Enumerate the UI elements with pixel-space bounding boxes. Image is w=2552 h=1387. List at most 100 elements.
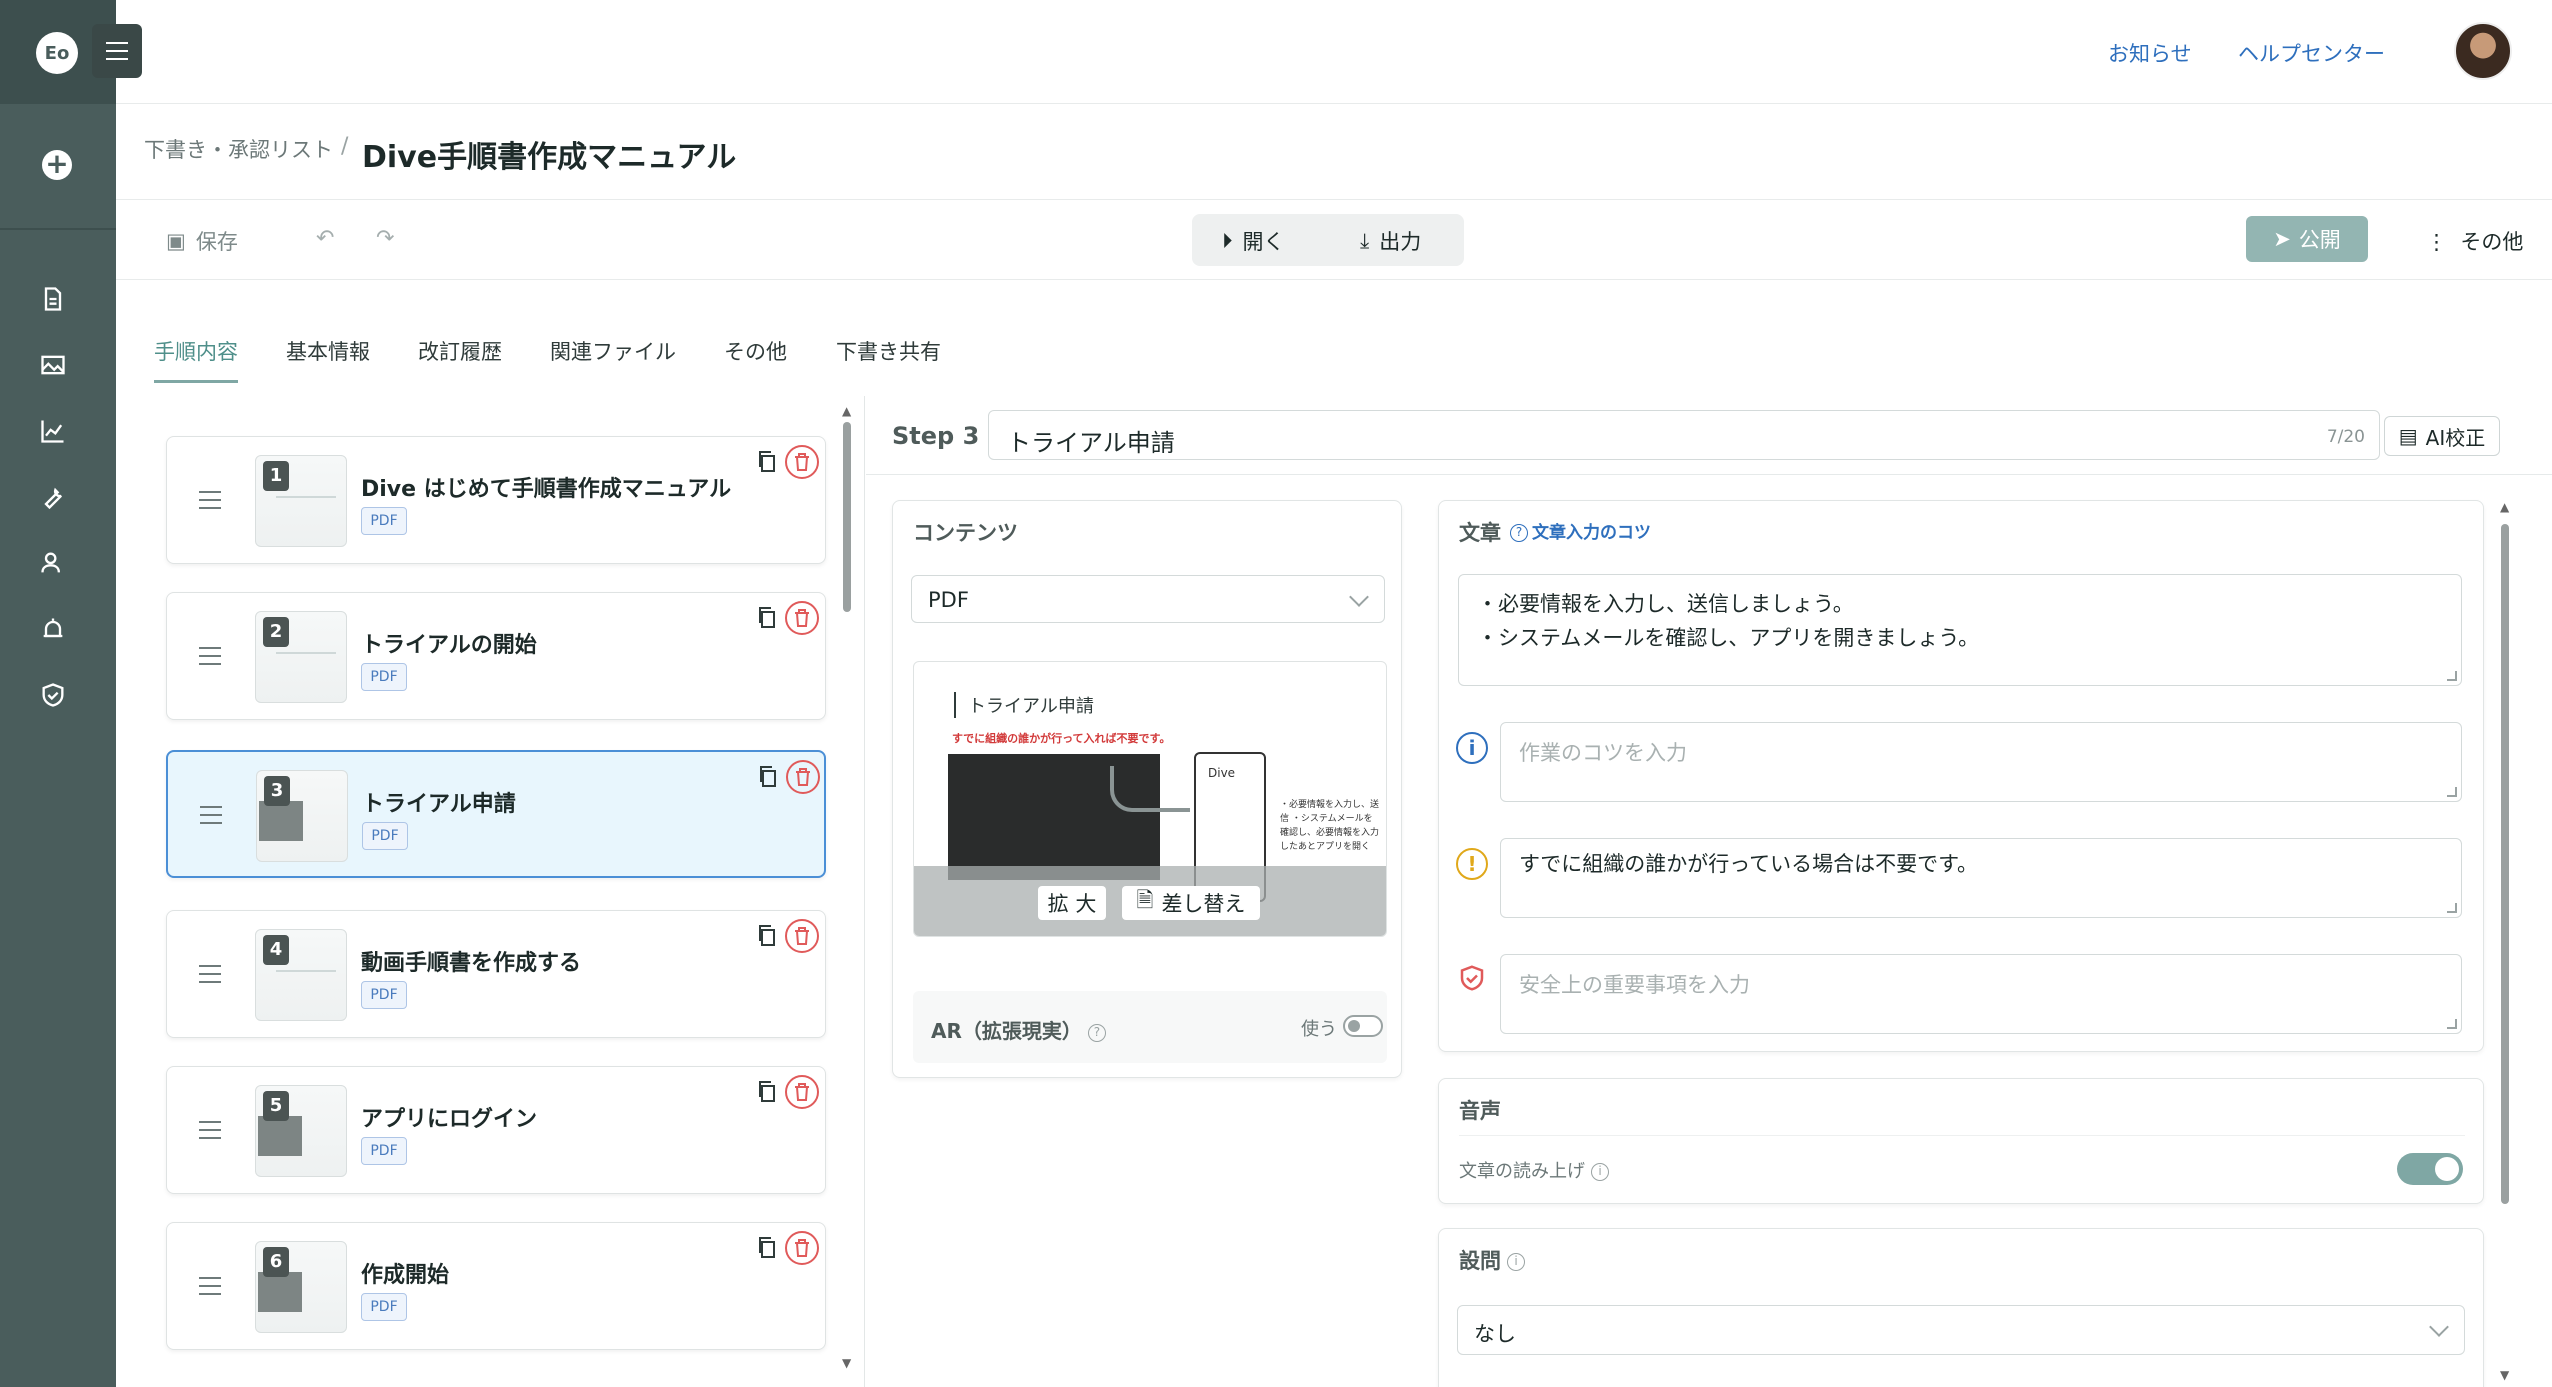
scrollbar-thumb[interactable] <box>2501 524 2509 1204</box>
help-center-link[interactable]: ヘルプセンター <box>2238 38 2385 68</box>
save-icon: ▣ <box>166 229 186 253</box>
pdf-badge: PDF <box>361 507 407 535</box>
read-aloud-toggle[interactable] <box>2397 1153 2463 1185</box>
more-menu-button[interactable]: ⋮ その他 <box>2426 226 2523 256</box>
warning-icon: ! <box>1456 848 1488 880</box>
warning-textarea[interactable]: すでに組織の誰かが行っている場合は不要です。 <box>1500 838 2462 918</box>
wrench-icon[interactable] <box>38 482 68 512</box>
alarm-icon[interactable] <box>38 614 68 644</box>
copy-icon[interactable] <box>755 923 779 949</box>
resize-grip-icon[interactable] <box>2447 787 2457 797</box>
notice-link[interactable]: お知らせ <box>2108 38 2192 68</box>
safety-textarea[interactable]: 安全上の重要事項を入力 <box>1500 954 2462 1034</box>
drag-handle-icon[interactable] <box>199 647 221 671</box>
undo-icon[interactable]: ↶ <box>316 226 334 251</box>
delete-icon[interactable] <box>785 1231 819 1265</box>
open-button[interactable]: ⏵ 開く <box>1222 226 1285 256</box>
step-title: トライアル申請 <box>362 792 516 817</box>
user-avatar[interactable] <box>2454 22 2512 80</box>
tab-steps[interactable]: 手順内容 <box>154 336 238 366</box>
scroll-up-icon[interactable]: ▲ <box>842 404 851 418</box>
export-button[interactable]: ⤓ 出力 <box>1360 226 1421 256</box>
drag-handle-icon[interactable] <box>199 1121 221 1145</box>
editor-scrollbar[interactable]: ▲ ▼ <box>2496 500 2514 1387</box>
step-title-input[interactable]: トライアル申請 7/20 <box>988 410 2380 460</box>
copy-icon[interactable] <box>755 1079 779 1105</box>
body-textarea[interactable]: ・必要情報を入力し、送信しましょう。 ・システムメールを確認し、アプリを開きまし… <box>1458 574 2462 686</box>
ar-toggle[interactable] <box>1343 1015 1383 1037</box>
tab-draft-share[interactable]: 下書き共有 <box>836 336 941 366</box>
delete-icon[interactable] <box>785 445 819 479</box>
writing-tips-link[interactable]: ? 文章入力のコツ <box>1510 518 1651 543</box>
delete-icon[interactable] <box>785 1075 819 1109</box>
info-icon[interactable]: i <box>1591 1163 1609 1181</box>
warning-text: すでに組織の誰かが行っている場合は不要です。 <box>1519 852 1979 876</box>
tab-other[interactable]: その他 <box>724 336 787 366</box>
users-icon[interactable] <box>38 548 68 578</box>
editor-toolbar: ▣ 保存 ↶ ↷ ⏵ 開く ⤓ 出力 ➤ 公開 ⋮ その他 <box>116 200 2552 280</box>
step-list-scrollbar[interactable]: ▲ ▼ <box>840 404 854 1374</box>
step-card[interactable]: 5 アプリにログイン PDF <box>166 1066 826 1194</box>
app-logo[interactable]: Eo <box>36 32 78 74</box>
info-icon[interactable]: i <box>1507 1253 1525 1271</box>
question-select[interactable]: なし <box>1457 1305 2465 1355</box>
chart-icon[interactable] <box>38 416 68 446</box>
drag-handle-icon[interactable] <box>199 1277 221 1301</box>
scrollbar-thumb[interactable] <box>843 422 851 612</box>
step-card[interactable]: 6 作成開始 PDF <box>166 1222 826 1350</box>
drag-handle-icon[interactable] <box>199 965 221 989</box>
redo-icon[interactable]: ↷ <box>376 226 394 251</box>
preview-dive-label: Dive <box>1208 766 1236 780</box>
step-label: Step 3 <box>892 422 980 450</box>
step-card-selected[interactable]: 3 トライアル申請 PDF <box>166 750 826 878</box>
content-type-select[interactable]: PDF <box>911 575 1385 623</box>
tab-related-files[interactable]: 関連ファイル <box>550 336 676 366</box>
tab-revision-history[interactable]: 改訂履歴 <box>418 336 502 366</box>
step-card[interactable]: 1 Dive はじめて手順書作成マニュアル PDF <box>166 436 826 564</box>
open-label: 開く <box>1242 230 1285 254</box>
zoom-button[interactable]: 拡 大 <box>1038 886 1106 920</box>
copy-icon[interactable] <box>756 764 780 790</box>
preview-note: すでに組織の誰かが行って入れば不要です。 <box>952 732 1171 745</box>
delete-icon[interactable] <box>785 601 819 635</box>
ai-proofread-label: AI校正 <box>2425 425 2486 450</box>
image-icon[interactable] <box>38 350 68 380</box>
resize-grip-icon[interactable] <box>2447 1019 2457 1029</box>
create-plus-icon[interactable]: + <box>42 150 72 180</box>
step-card[interactable]: 4 動画手順書を作成する PDF <box>166 910 826 1038</box>
ai-proofread-button[interactable]: ▤ AI校正 <box>2384 416 2500 456</box>
scroll-down-icon[interactable]: ▼ <box>2500 1368 2509 1382</box>
tip-textarea[interactable]: 作業のコツを入力 <box>1500 722 2462 802</box>
drag-handle-icon[interactable] <box>199 491 221 515</box>
save-button[interactable]: ▣ 保存 <box>166 226 238 256</box>
help-icon[interactable]: ? <box>1087 1023 1106 1042</box>
question-heading: 設問 i <box>1459 1245 1525 1275</box>
step-card[interactable]: 2 トライアルの開始 PDF <box>166 592 826 720</box>
replace-label: 差し替え <box>1161 892 1246 916</box>
download-icon: ⤓ <box>1360 228 1370 253</box>
tab-basic-info[interactable]: 基本情報 <box>286 336 370 366</box>
resize-grip-icon[interactable] <box>2447 671 2457 681</box>
scroll-up-icon[interactable]: ▲ <box>2500 500 2509 514</box>
copy-icon[interactable] <box>755 449 779 475</box>
copy-icon[interactable] <box>755 1235 779 1261</box>
step-title: アプリにログイン <box>361 1107 538 1132</box>
preview-bullets: ・必要情報を入力し、送信 ・システムメールを確認し、必要情報を入力したあとアプリ… <box>1280 800 1380 852</box>
delete-icon[interactable] <box>785 919 819 953</box>
scroll-down-icon[interactable]: ▼ <box>842 1356 851 1370</box>
drag-handle-icon[interactable] <box>200 806 222 830</box>
copy-icon[interactable] <box>755 605 779 631</box>
breadcrumb-parent-link[interactable]: 下書き・承認リスト <box>144 134 333 164</box>
step-number: 1 <box>263 461 289 491</box>
hamburger-menu-button[interactable] <box>92 24 142 78</box>
shield-icon[interactable] <box>38 680 68 710</box>
replace-button[interactable]: 🗎 差し替え <box>1122 886 1260 920</box>
content-panel: コンテンツ PDF トライアル申請 すでに組織の誰かが行って入れば不要です。 D… <box>892 500 1402 1078</box>
resize-grip-icon[interactable] <box>2447 903 2457 913</box>
preview-title: トライアル申請 <box>954 692 1094 718</box>
chevron-down-icon <box>2429 1317 2449 1337</box>
document-icon[interactable] <box>38 284 68 314</box>
step-list: 1 Dive はじめて手順書作成マニュアル PDF 2 トライアルの開始 PDF… <box>156 396 846 1387</box>
delete-icon[interactable] <box>786 760 820 794</box>
publish-button[interactable]: ➤ 公開 <box>2246 216 2368 262</box>
